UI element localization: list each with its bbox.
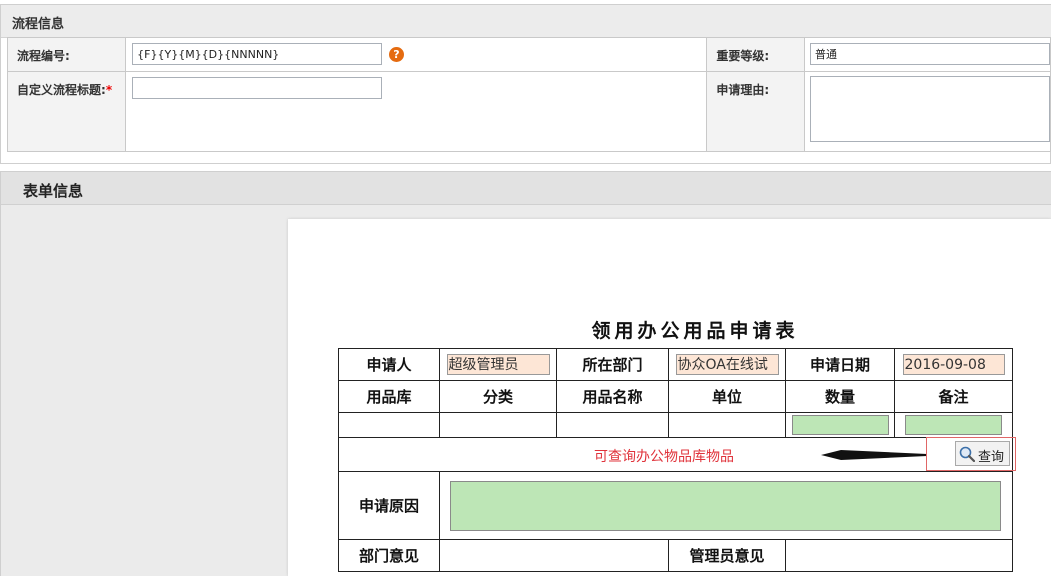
query-button-label: 查询 — [978, 450, 1005, 465]
col-header-remark: 备注 — [894, 380, 1013, 413]
item-name-cell[interactable] — [556, 412, 669, 438]
apply-date-label: 申请日期 — [785, 348, 895, 381]
category-cell[interactable] — [439, 412, 557, 438]
process-no-input[interactable] — [132, 43, 383, 65]
required-mark: * — [105, 83, 113, 97]
form-info-header: 表单信息 — [1, 172, 1051, 205]
reason-label: 申请理由: — [706, 71, 805, 152]
applicant-input[interactable]: 超级管理员 — [446, 354, 550, 375]
dept-input[interactable]: 协众OA在线试 — [675, 354, 779, 375]
table-row — [338, 412, 1013, 438]
process-info-title: 流程信息 — [12, 17, 65, 32]
applicant-label: 申请人 — [338, 348, 440, 381]
col-header-quantity: 数量 — [785, 380, 895, 413]
process-info-header: 流程信息 — [1, 5, 1051, 38]
remark-input[interactable] — [905, 415, 1002, 435]
dept-opinion-label: 部门意见 — [338, 539, 440, 572]
admin-opinion-label: 管理员意见 — [668, 539, 786, 572]
col-header-store: 用品库 — [338, 380, 440, 413]
reason-textarea[interactable] — [809, 76, 1050, 142]
apply-reason-input[interactable] — [450, 480, 1001, 531]
arrow-left-icon — [821, 450, 927, 460]
unit-cell[interactable] — [668, 412, 786, 438]
dept-label: 所在部门 — [556, 348, 669, 381]
col-header-item-name: 用品名称 — [556, 380, 669, 413]
apply-date-input[interactable]: 2016-09-08 — [902, 354, 1005, 375]
custom-title-label: 自定义流程标题: — [17, 83, 106, 97]
process-no-label: 流程编号: — [6, 37, 127, 72]
process-info-table: 流程编号: ? 重要等级: 自定义流程标题:* 申请理由: — [6, 37, 1051, 152]
col-header-unit: 单位 — [668, 380, 786, 413]
form-info-title: 表单信息 — [23, 182, 84, 200]
col-header-category: 分类 — [439, 380, 557, 413]
custom-title-input[interactable] — [132, 77, 383, 99]
form-title: 领用办公用品申请表 — [591, 320, 799, 342]
priority-label: 重要等级: — [706, 37, 805, 72]
dept-opinion-cell[interactable] — [439, 539, 669, 572]
query-hint: 可查询办公物品库物品 — [594, 449, 734, 465]
help-icon[interactable]: ? — [388, 46, 404, 62]
query-button[interactable]: 查询 — [955, 441, 1010, 466]
admin-opinion-cell[interactable] — [785, 539, 1013, 572]
search-icon — [959, 446, 975, 462]
quantity-input[interactable] — [791, 415, 889, 435]
apply-reason-label: 申请原因 — [338, 471, 440, 540]
priority-select[interactable] — [809, 43, 1050, 65]
store-cell[interactable] — [338, 412, 440, 438]
office-supply-form-table: 申请人 超级管理员 所在部门 协众OA在线试 申请日期 2016-09-08 用… — [338, 348, 1013, 572]
